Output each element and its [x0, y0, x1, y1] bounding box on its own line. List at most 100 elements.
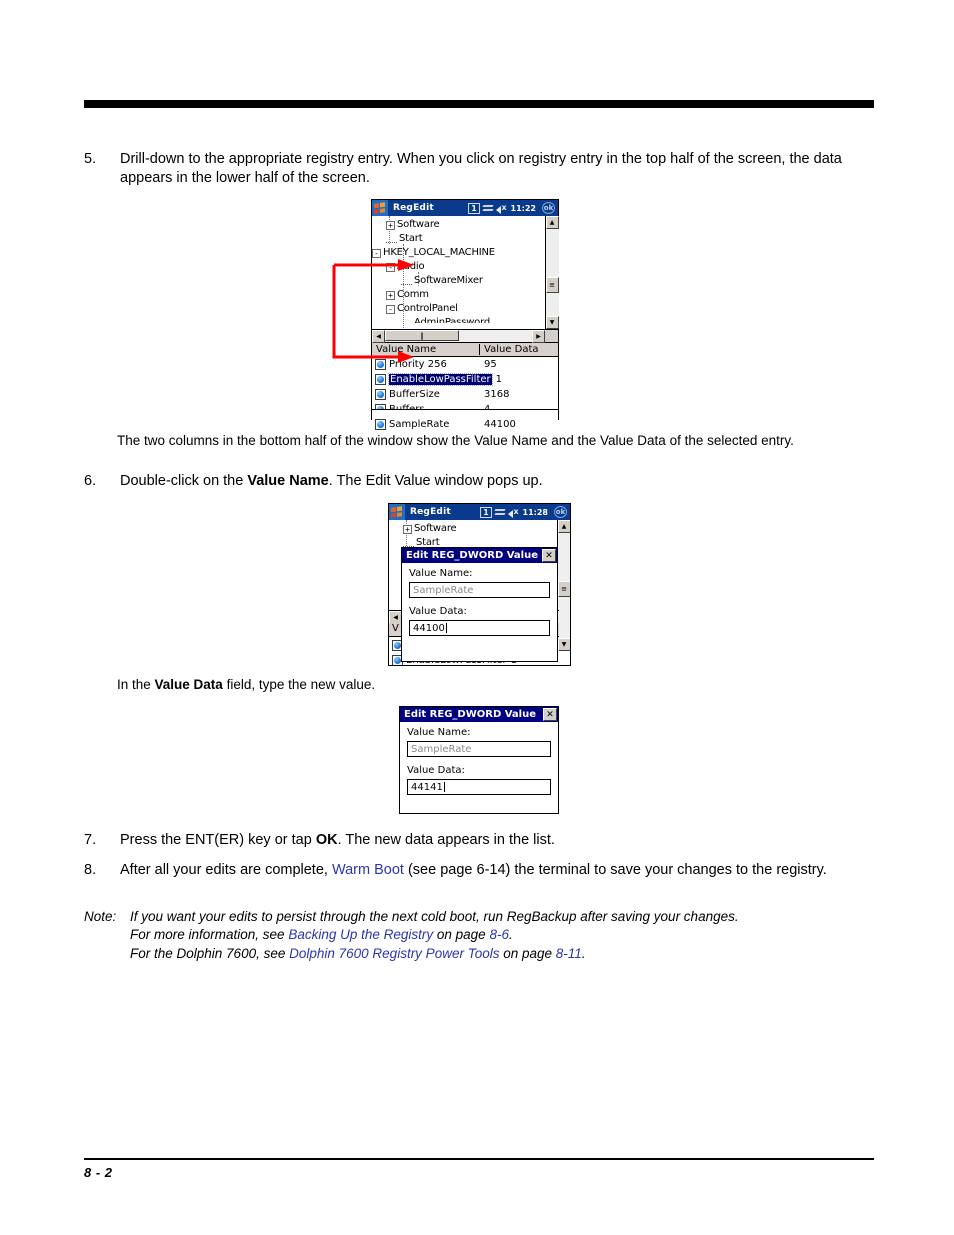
value-data-input[interactable]: 44100 [409, 620, 550, 636]
tree-node[interactable]: + Comm [372, 288, 545, 302]
value-data-text: 44100 [413, 622, 445, 634]
value-data-bold: Value Data [154, 677, 223, 692]
value-data-input[interactable]: 44141 [407, 779, 551, 795]
dword-icon [375, 359, 386, 370]
speaker-mute-icon [495, 203, 508, 214]
page-8-11-link[interactable]: 8-11 [556, 946, 582, 961]
scroll-left-icon[interactable]: ◀ [372, 330, 385, 343]
dialog-title-text: Edit REG_DWORD Value [406, 550, 539, 561]
edit-dword-dialog: Edit REG_DWORD Value ✕ Value Name: Sampl… [401, 547, 558, 662]
scroll-track-h[interactable]: ‖ [385, 330, 532, 342]
tree-node[interactable]: + Software [389, 522, 557, 536]
tree-node[interactable]: Start [372, 232, 545, 246]
ppc1-status-icons: 1 11:22 [468, 200, 536, 216]
expander-icon[interactable]: - [372, 248, 381, 258]
dword-icon [375, 419, 386, 430]
scroll-up-icon[interactable]: ▲ [545, 216, 559, 229]
value-name-cell: SampleRate [372, 419, 480, 430]
screenshot-regedit-main: RegEdit 1 11:22 ok +Software Start [371, 199, 559, 432]
value-name-input[interactable]: SampleRate [407, 741, 551, 757]
text-caret [443, 782, 445, 792]
scroll-thumb[interactable]: ≡ [557, 581, 570, 597]
close-icon[interactable]: ✕ [542, 549, 556, 562]
header-rule [84, 100, 874, 108]
scroll-up-icon[interactable]: ▲ [557, 520, 570, 533]
tree-node[interactable]: - HKEY_LOCAL_MACHINE [372, 246, 545, 260]
dolphin-7600-power-tools-link[interactable]: Dolphin 7600 Registry Power Tools [289, 946, 499, 961]
expander-icon[interactable]: - [386, 304, 395, 314]
step-6-text: Double-click on the Value Name. The Edit… [120, 472, 865, 491]
ppc1-vertical-scrollbar[interactable]: ▲ ≡ ▼ [545, 216, 559, 329]
scroll-thumb[interactable]: ≡ [545, 277, 559, 293]
backing-up-registry-link[interactable]: Backing Up the Registry [288, 927, 433, 942]
tree-leaf-line-icon [401, 278, 412, 285]
ppc1-tree-pane: + Software Start - HKEY_LOCAL_MACHINE - Aud… [372, 216, 559, 329]
scroll-down-icon[interactable]: ▼ [545, 316, 559, 329]
dialog-body: Value Name: SampleRate Value Data: 44141 [400, 722, 558, 803]
ppc1-horizontal-scrollbar[interactable]: ◀ ‖ ▶ [372, 329, 558, 343]
tree-node[interactable]: SoftwareMixer [372, 274, 545, 288]
tree-node[interactable]: - ControlPanel [372, 302, 545, 316]
scroll-track[interactable]: ≡ [557, 533, 570, 638]
value-name-input[interactable]: SampleRate [409, 582, 550, 598]
scroll-right-icon[interactable]: ▶ [532, 330, 545, 343]
registry-tree[interactable]: + Software Start - HKEY_LOCAL_MACHINE - Aud… [372, 216, 545, 329]
expander-icon[interactable]: + [403, 524, 412, 534]
table-row[interactable]: BufferSize 3168 [372, 387, 558, 402]
tree-node[interactable]: AdminPassword [372, 316, 545, 323]
tree-node-label: Start [399, 233, 423, 244]
scroll-thumb-h[interactable]: ‖ [385, 330, 459, 341]
note-line-2-post: . [508, 927, 513, 943]
value-name-text: EnableLowPassFilter [388, 373, 493, 386]
value-name-cell: Priority 256 [372, 359, 480, 370]
value-name-label: Value Name: [407, 727, 471, 738]
value-data-pre: In the [117, 677, 155, 692]
tree-node-audio[interactable]: - Audio [372, 260, 545, 274]
scroll-down-icon[interactable]: ▼ [557, 638, 570, 651]
note-line-2-pre: For more information, see [130, 927, 289, 943]
column-header-value-name: Value Name [372, 344, 480, 355]
scroll-track[interactable]: ≡ [545, 229, 559, 316]
note-line-3-post: . [581, 945, 586, 961]
speaker-mute-icon [507, 507, 520, 518]
note-label: Note: [84, 909, 117, 924]
ppc1-ok-button[interactable]: ok [542, 202, 555, 214]
value-data-cell: 3168 [484, 389, 510, 400]
note-line-2-mid: on page [433, 927, 490, 943]
close-icon[interactable]: ✕ [543, 708, 557, 721]
step-7-post: . The new data appears in the list. [337, 832, 555, 848]
value-name-text: Priority 256 [389, 359, 447, 370]
expander-icon[interactable]: - [386, 262, 395, 272]
ppc2-ok-button[interactable]: ok [554, 506, 567, 518]
tree-node[interactable]: + Software [372, 218, 545, 232]
table-row[interactable]: Priority 256 95 [372, 357, 558, 372]
column-header-value-data: Value Data [484, 344, 539, 355]
footer-rule [84, 1158, 874, 1160]
expander-icon[interactable]: + [386, 290, 395, 300]
step-7-bold: OK [315, 832, 338, 848]
note-line-3-mid: on page [499, 945, 556, 961]
expander-icon[interactable]: + [386, 220, 395, 230]
windows-logo-icon [389, 504, 405, 520]
step-8-number: 8. [84, 862, 97, 878]
value-name-text: BufferSize [389, 389, 440, 400]
step-6-pre: Double-click on the [120, 473, 248, 489]
value-name-label: Value Name: [409, 568, 473, 579]
value-name-cell: EnableLowPassFilter [372, 373, 493, 386]
value-list[interactable]: Priority 256 95 EnableLowPassFilter 1 Bu… [372, 357, 558, 432]
page-8-6-link[interactable]: 8-6 [489, 927, 509, 942]
step-7-number: 7. [84, 832, 97, 848]
value-data-label: Value Data: [409, 606, 467, 617]
table-row[interactable]: SampleRate 44100 [372, 417, 558, 432]
tree-leaf-line-icon [401, 320, 412, 324]
tree-node-label: Comm [397, 289, 429, 300]
warm-boot-link[interactable]: Warm Boot [332, 862, 404, 878]
tree-node-label: SoftwareMixer [414, 275, 483, 286]
ppc1-titlebar: RegEdit 1 11:22 ok [372, 200, 558, 216]
screenshot-edit-dword-dialog: Edit REG_DWORD Value ✕ Value Name: Sampl… [399, 706, 559, 814]
step-8-text: After all your edits are complete, Warm … [120, 861, 865, 880]
table-row-selected[interactable]: EnableLowPassFilter 1 [372, 372, 558, 387]
document-page: 5. Drill-down to the appropriate registr… [0, 0, 954, 1235]
columns-explanation-paragraph: The two columns in the bottom half of th… [117, 433, 794, 448]
value-data-paragraph: In the Value Data field, type the new va… [117, 676, 859, 694]
